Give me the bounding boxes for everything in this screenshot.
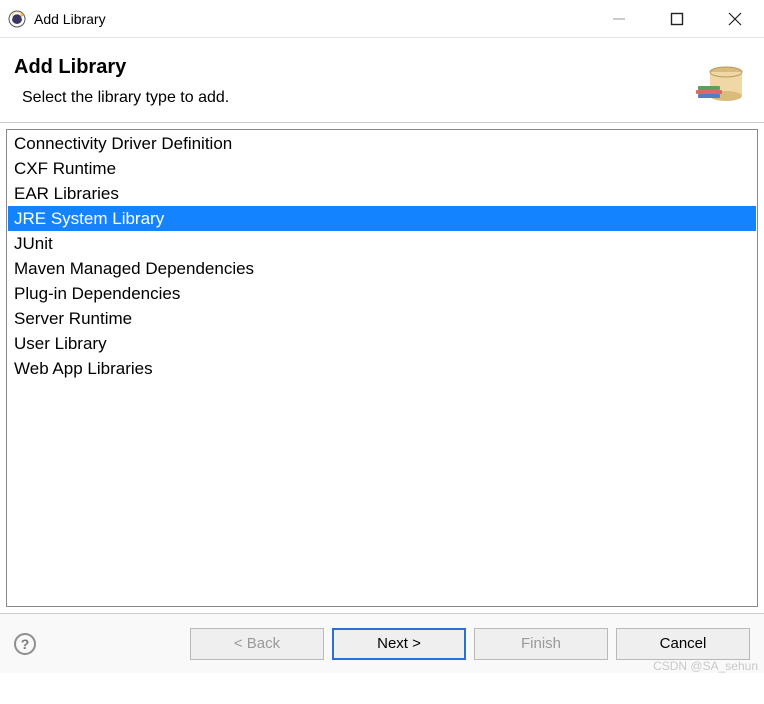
content-area: Connectivity Driver DefinitionCXF Runtim… [0, 123, 764, 613]
watermark: CSDN @SA_sehun [653, 659, 758, 673]
eclipse-icon [8, 10, 26, 28]
cancel-button[interactable]: Cancel [616, 628, 750, 660]
window-controls [590, 0, 764, 37]
window-title: Add Library [34, 11, 106, 27]
close-button[interactable] [706, 0, 764, 37]
titlebar: Add Library [0, 0, 764, 38]
page-description: Select the library type to add. [22, 89, 690, 107]
list-item[interactable]: Server Runtime [8, 306, 756, 331]
maximize-button[interactable] [648, 0, 706, 37]
wizard-buttons: < Back Next > Finish Cancel [190, 628, 750, 660]
list-item[interactable]: Connectivity Driver Definition [8, 131, 756, 156]
library-wizard-icon [690, 52, 746, 108]
list-item[interactable]: JRE System Library [8, 206, 756, 231]
next-button[interactable]: Next > [332, 628, 466, 660]
minimize-button[interactable] [590, 0, 648, 37]
list-item[interactable]: CXF Runtime [8, 156, 756, 181]
header-text: Add Library Select the library type to a… [14, 56, 690, 107]
button-bar: ? < Back Next > Finish Cancel CSDN @SA_s… [0, 613, 764, 673]
library-type-list[interactable]: Connectivity Driver DefinitionCXF Runtim… [6, 129, 758, 607]
back-button[interactable]: < Back [190, 628, 324, 660]
list-item[interactable]: Maven Managed Dependencies [8, 256, 756, 281]
help-button[interactable]: ? [14, 633, 36, 655]
list-item[interactable]: Plug-in Dependencies [8, 281, 756, 306]
page-title: Add Library [14, 56, 690, 79]
list-item[interactable]: JUnit [8, 231, 756, 256]
wizard-header: Add Library Select the library type to a… [0, 38, 764, 122]
list-item[interactable]: Web App Libraries [8, 356, 756, 381]
list-item[interactable]: EAR Libraries [8, 181, 756, 206]
list-item[interactable]: User Library [8, 331, 756, 356]
finish-button[interactable]: Finish [474, 628, 608, 660]
